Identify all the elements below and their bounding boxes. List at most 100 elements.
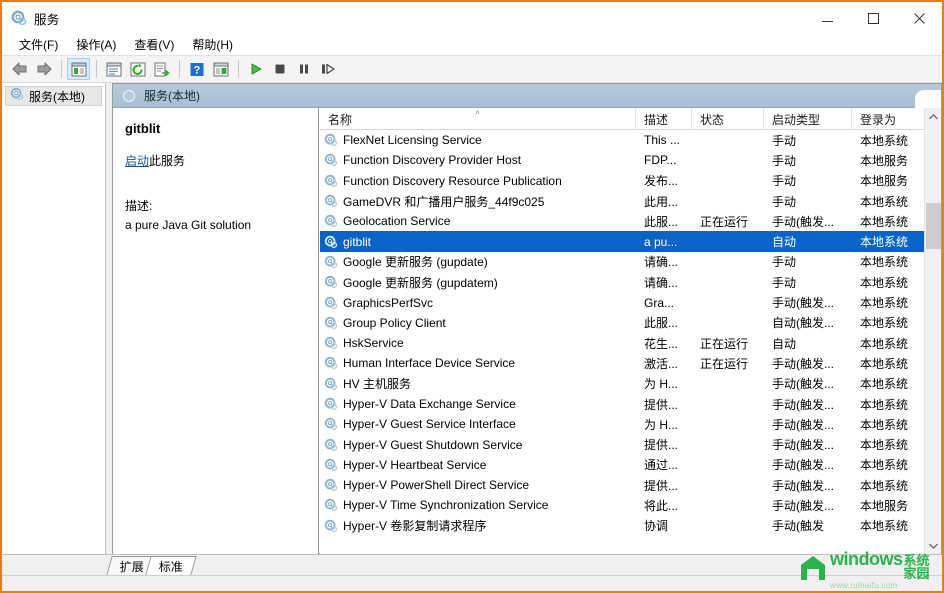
column-header-name[interactable]: 名称 ^ [320, 108, 636, 130]
show-hide-tree-icon[interactable] [67, 58, 90, 80]
cell-status [692, 475, 764, 495]
cell-service-name: Hyper-V Guest Service Interface [320, 414, 636, 434]
cell-startup-type: 手动 [772, 133, 797, 148]
cell-startup-type: 手动(触发... [772, 356, 834, 371]
cell-startup-type: 手动(触发... [772, 438, 834, 453]
menu-action[interactable]: 操作(A) [67, 35, 125, 55]
cell-service-name: Hyper-V Data Exchange Service [320, 394, 636, 414]
start-service-link[interactable]: 启动 [125, 154, 149, 168]
service-action-line: 启动此服务 [125, 152, 306, 169]
table-row[interactable]: Hyper-V Guest Shutdown Service 提供... 手动(触发… [320, 434, 924, 454]
services-gear-icon [324, 397, 338, 411]
cell-service-name-label: Hyper-V 卷影复制请求程序 [343, 519, 487, 534]
close-button[interactable] [896, 2, 942, 34]
cell-service-name-label: Group Policy Client [343, 315, 446, 330]
table-row[interactable]: HV 主机服务 为 H... 手动(触发... 本地系统 [320, 374, 924, 394]
cell-description: Gra... [644, 295, 675, 310]
table-row[interactable]: Hyper-V Data Exchange Service 提供... 手动(触发.… [320, 394, 924, 414]
cell-description: 激活... [644, 356, 679, 371]
main-body: 服务(本地) 服务(本地) gitblit 启动此服务 描述: a pure J… [2, 83, 942, 554]
export-list-icon[interactable] [150, 58, 173, 80]
cell-description: 提供... [644, 478, 679, 493]
services-gear-icon [324, 438, 338, 452]
cell-log-on-as: 本地系统 [860, 316, 909, 331]
services-gear-icon [324, 296, 338, 310]
cell-service-name-label: gitblit [343, 234, 372, 249]
table-row[interactable]: Human Interface Device Service 激活... 正在运行 手… [320, 353, 924, 373]
table-row[interactable]: GraphicsPerfSvc Gra... 手动(触发... 本地系统 [320, 292, 924, 312]
services-gear-icon [324, 275, 338, 289]
table-row[interactable]: Function Discovery Resource Publication 发… [320, 171, 924, 191]
table-row[interactable]: GameDVR 和广播用户服务_44f9c025 此用... 手动 本地系统 [320, 191, 924, 211]
cell-startup-type: 手动(触发... [772, 478, 834, 493]
cell-log-on-as: 本地系统 [860, 458, 909, 473]
restart-service-icon[interactable] [316, 58, 339, 80]
cell-service-name: Geolocation Service [320, 211, 636, 231]
pane-header: 服务(本地) [113, 84, 941, 110]
table-row[interactable]: Hyper-V Time Synchronization Service 将此..… [320, 495, 924, 515]
table-row[interactable]: Google 更新服务 (gupdate) 请确... 手动 本地系统 [320, 252, 924, 272]
tab-standard[interactable]: 标准 [145, 556, 197, 575]
cell-startup-type: 手动(触发... [772, 458, 834, 473]
menu-file[interactable]: 文件(F) [10, 35, 67, 55]
menu-view[interactable]: 查看(V) [125, 35, 183, 55]
cell-startup-type: 自动 [772, 336, 797, 351]
cell-service-name: HskService [320, 333, 636, 353]
table-row[interactable]: Group Policy Client 此服... 自动(触发... 本地系统 [320, 313, 924, 333]
maximize-button[interactable] [850, 2, 896, 34]
toolbar-separator [96, 60, 97, 78]
refresh-icon[interactable] [126, 58, 149, 80]
table-row[interactable]: FlexNet Licensing Service This ... 手动 本地系统 [320, 130, 924, 150]
properties-icon[interactable] [102, 58, 125, 80]
cell-description: 提供... [644, 438, 679, 453]
table-row[interactable]: Hyper-V Heartbeat Service 通过... 手动(触发... 本地… [320, 455, 924, 475]
services-gear-icon [10, 87, 24, 106]
table-row[interactable]: Geolocation Service 此服... 正在运行 手动(触发... 本地系统 [320, 211, 924, 231]
cell-status: 正在运行 [700, 214, 749, 229]
cell-status [692, 231, 764, 251]
table-row[interactable]: Google 更新服务 (gupdatem) 请确... 手动 本地系统 [320, 272, 924, 292]
column-header-log-on-as[interactable]: 登录为 [852, 108, 924, 130]
table-row[interactable]: Hyper-V Guest Service Interface 为 H... 手动(… [320, 414, 924, 434]
table-row[interactable]: gitblit a pu... 自动 本地系统 [320, 231, 924, 252]
stop-service-icon[interactable] [268, 58, 291, 80]
cell-status [692, 495, 764, 515]
back-icon[interactable] [8, 58, 31, 80]
scroll-up-arrow-icon[interactable] [925, 108, 941, 125]
cell-status [692, 516, 764, 536]
scrollbar-thumb[interactable] [926, 203, 941, 249]
cell-service-name-label: GraphicsPerfSvc [343, 295, 434, 310]
cell-service-name: GameDVR 和广播用户服务_44f9c025 [320, 191, 636, 211]
forward-icon[interactable] [32, 58, 55, 80]
cell-log-on-as: 本地系统 [860, 133, 909, 148]
services-gear-icon [324, 153, 338, 167]
menu-help[interactable]: 帮助(H) [183, 35, 242, 55]
svg-text:?: ? [193, 64, 200, 76]
cell-service-name-label: FlexNet Licensing Service [343, 133, 482, 148]
list-vertical-scrollbar[interactable] [924, 108, 941, 554]
cell-description: 将此... [644, 498, 679, 513]
minimize-button[interactable] [804, 2, 850, 34]
table-row[interactable]: Hyper-V PowerShell Direct Service 提供... 手动… [320, 475, 924, 495]
list-header: 名称 ^ 描述 状态 启动类型 登录为 [320, 108, 924, 130]
help-icon[interactable]: ? [185, 58, 208, 80]
table-row[interactable]: Function Discovery Provider Host FDP... 手动… [320, 150, 924, 170]
show-action-pane-icon[interactable] [209, 58, 232, 80]
cell-log-on-as: 本地系统 [860, 214, 909, 229]
pause-service-icon[interactable] [292, 58, 315, 80]
cell-description: This ... [644, 133, 681, 148]
table-row[interactable]: HskService 花生... 正在运行 自动 本地系统 [320, 333, 924, 353]
column-header-startup-type[interactable]: 启动类型 [764, 108, 852, 130]
cell-startup-type: 手动(触发... [772, 397, 834, 412]
pane-header-corner [915, 90, 941, 110]
cell-startup-type: 手动 [772, 153, 797, 168]
services-gear-icon [11, 10, 27, 26]
start-service-icon[interactable] [244, 58, 267, 80]
cell-description: 请确... [644, 255, 679, 270]
column-header-description[interactable]: 描述 [636, 108, 692, 130]
tree-item-services-local[interactable]: 服务(本地) [5, 86, 102, 106]
column-header-status[interactable]: 状态 [692, 108, 764, 130]
cell-service-name-label: Hyper-V Data Exchange Service [343, 397, 516, 411]
services-gear-icon [324, 519, 338, 533]
table-row[interactable]: Hyper-V 卷影复制请求程序 协调 手动(触发 本地系统 [320, 516, 924, 536]
